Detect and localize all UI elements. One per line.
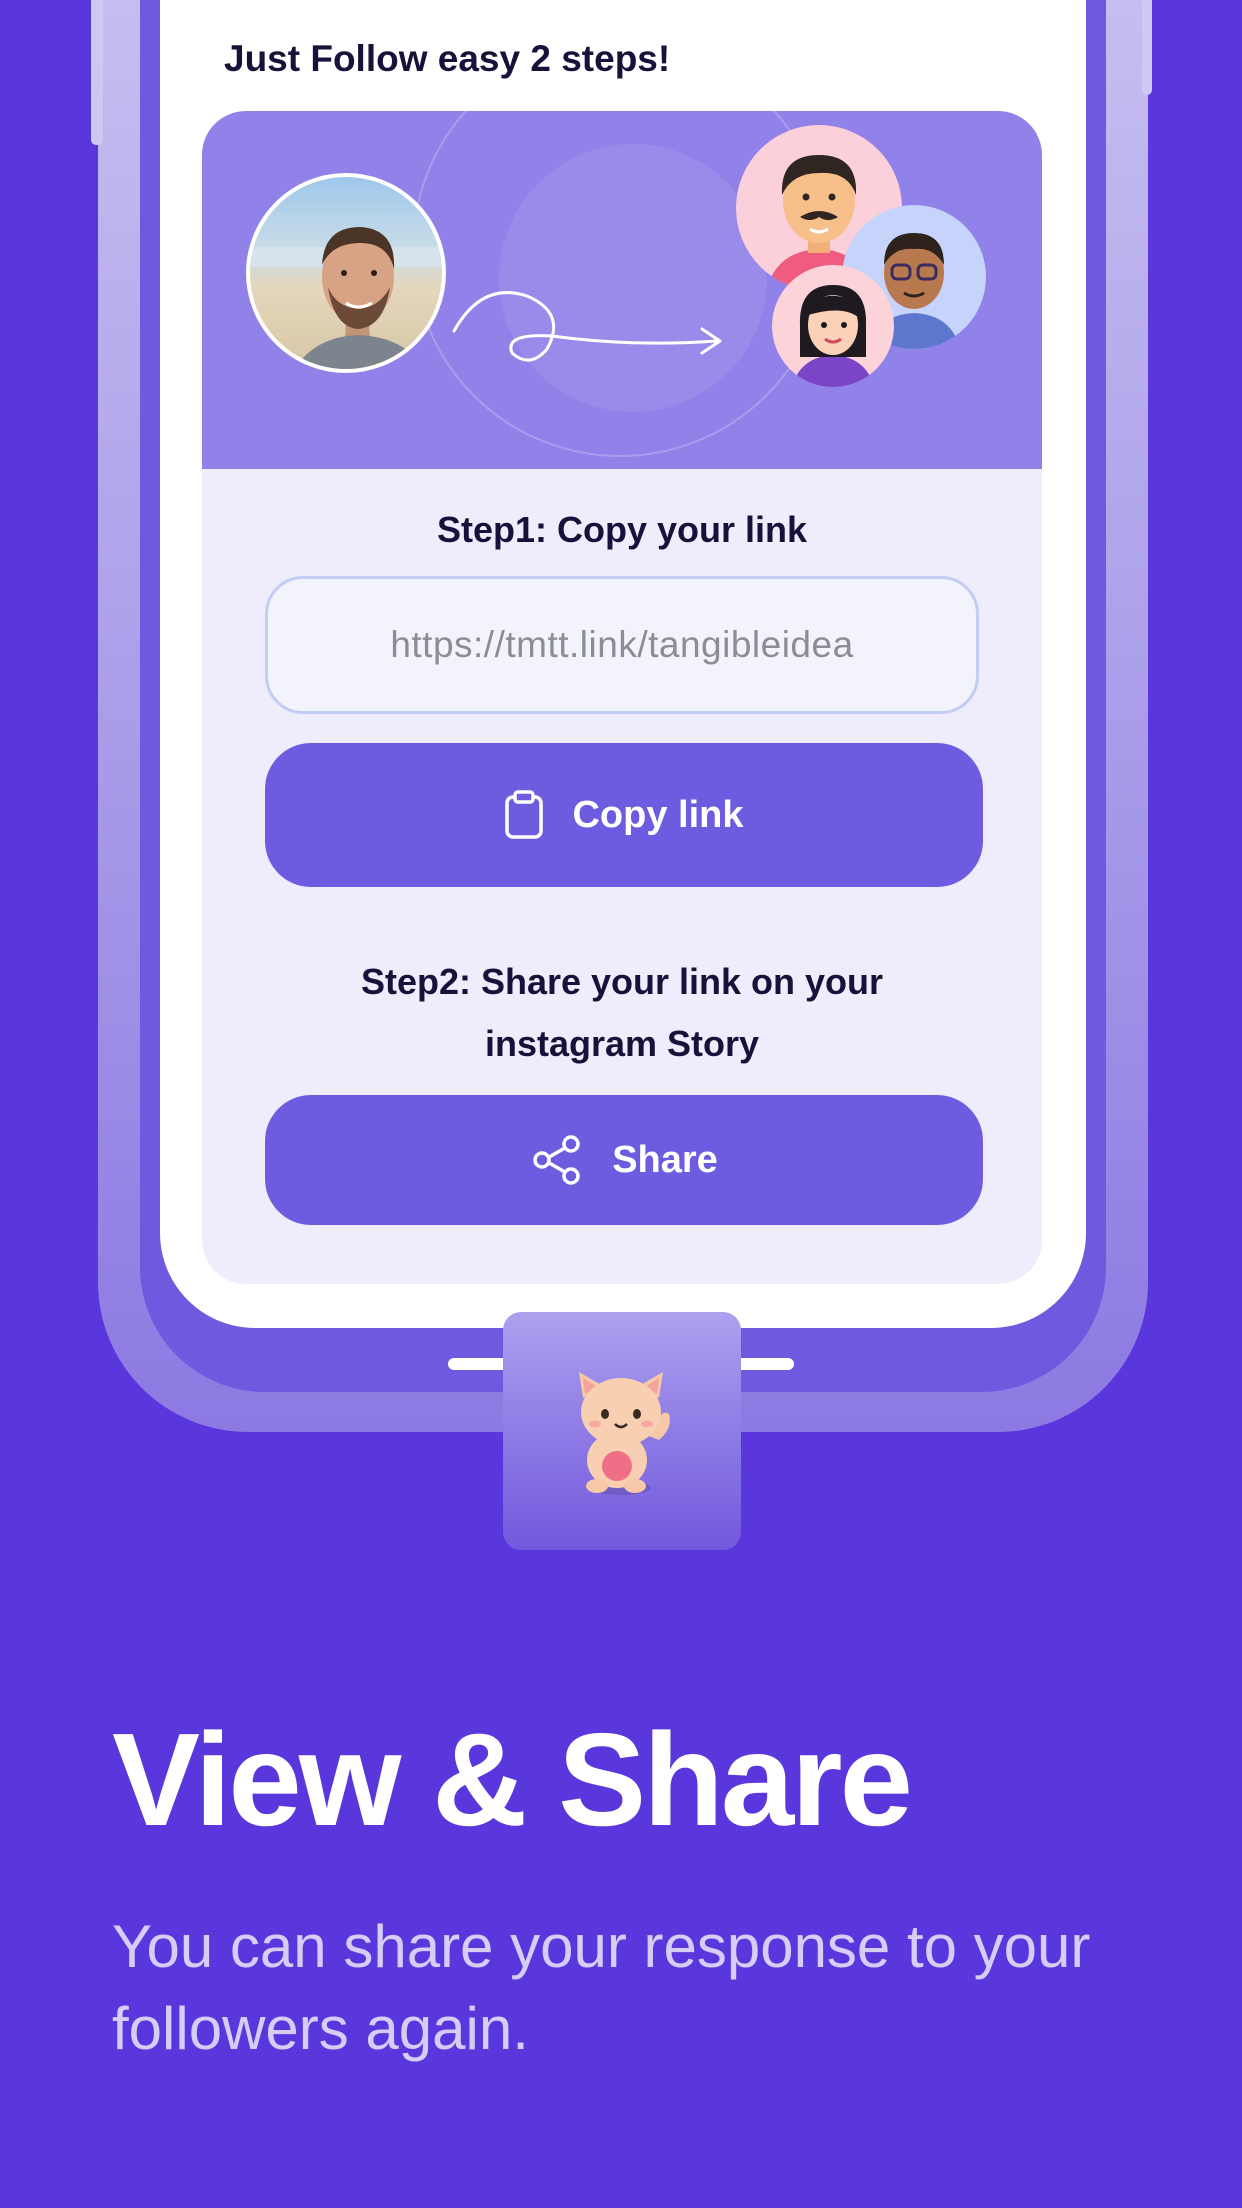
clipboard-icon <box>505 790 544 839</box>
curved-arrow-icon <box>452 291 722 362</box>
step2-label: Step2: Share your link on your instagram… <box>360 961 884 1064</box>
cat-mascot-icon <box>579 1372 670 1495</box>
share-icon <box>533 1135 580 1185</box>
follower-avatar-3 <box>772 265 894 387</box>
steps-heading: Just Follow easy 2 steps! <box>224 38 671 79</box>
copy-link-label: Copy link <box>572 793 744 836</box>
feature-subtitle: You can share your response to your foll… <box>112 1913 1091 2062</box>
user-photo-icon <box>250 227 442 369</box>
link-field[interactable] <box>265 576 979 714</box>
phone-side-button-right <box>1142 0 1152 95</box>
share-label: Share <box>612 1138 718 1181</box>
woman-avatar-icon <box>792 285 874 387</box>
share-illustration-banner <box>202 111 1042 469</box>
share-button[interactable]: Share <box>265 1095 983 1225</box>
copy-link-button[interactable]: Copy link <box>265 743 983 887</box>
share-steps-card: Step1: Copy your link Copy link Step2: S… <box>202 111 1042 1284</box>
phone-side-button-left <box>91 0 103 145</box>
step1-label: Step1: Copy your link <box>436 509 808 550</box>
user-avatar <box>246 173 446 373</box>
feature-title: View & Share <box>112 1706 913 1853</box>
